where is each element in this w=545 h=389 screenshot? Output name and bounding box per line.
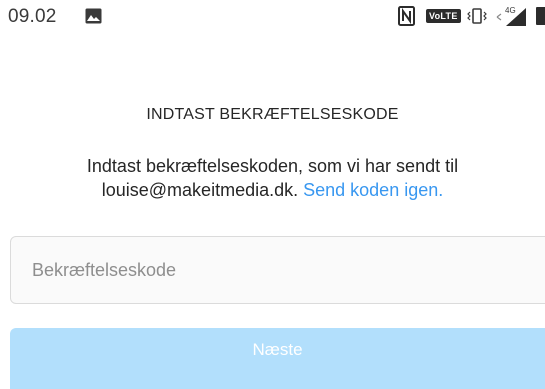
status-bar: 09.02 VoLTE 4G (0, 0, 545, 34)
vibrate-icon (467, 8, 487, 24)
status-time: 09.02 (8, 6, 57, 27)
instructions-text: Indtast bekræftelseskoden, som vi har se… (0, 154, 545, 202)
resend-code-link[interactable]: Send koden igen. (303, 180, 443, 200)
volte-icon: VoLTE (426, 9, 461, 23)
verification-code-input[interactable] (10, 236, 545, 304)
instructions-line: Indtast bekræftelseskoden, som vi har se… (86, 156, 459, 176)
nfc-icon (398, 6, 415, 26)
verification-screen: 09.02 VoLTE 4G INDTAST BEKRÆFTELSESKODE … (0, 0, 545, 389)
next-button[interactable]: Næste (10, 328, 545, 389)
battery-icon (536, 7, 545, 25)
network-type-label: 4G (505, 6, 516, 15)
gallery-icon (85, 8, 102, 24)
page-title: INDTAST BEKRÆFTELSESKODE (146, 106, 399, 123)
signal-icon: 4G (496, 6, 526, 26)
email-address: louise@makeitmedia.dk. (101, 180, 299, 200)
instructions-line-2: louise@makeitmedia.dk. Send koden igen. (0, 178, 545, 202)
